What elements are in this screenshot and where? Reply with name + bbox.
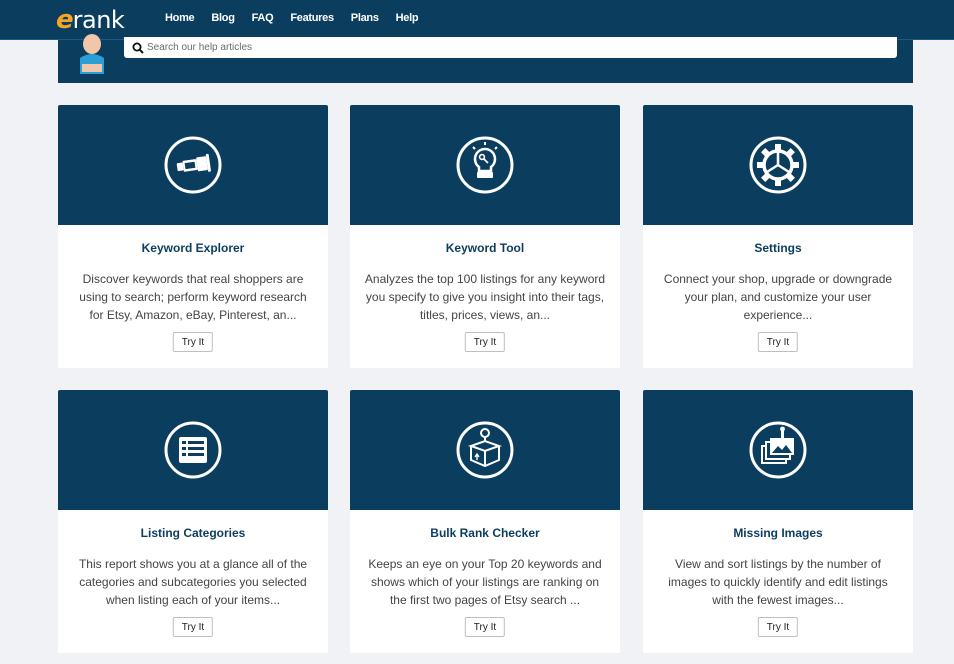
card-title: Bulk Rank Checker	[430, 526, 540, 540]
search-icon	[132, 42, 144, 54]
erank-logo[interactable]: e rank	[56, 5, 125, 35]
images-icon	[749, 421, 807, 479]
card-header	[350, 105, 620, 225]
card-description: This report shows you at a glance all of…	[78, 557, 308, 607]
nav-faq[interactable]: FAQ	[252, 12, 274, 24]
card-keyword-explorer: Keyword Explorer Discover keywords that …	[58, 105, 328, 368]
card-keyword-tool: Keyword Tool Analyzes the top 100 listin…	[350, 105, 620, 368]
logo-e: e	[56, 5, 74, 35]
main-nav: Home Blog FAQ Features Plans Help	[165, 12, 435, 24]
card-header	[643, 390, 913, 510]
card-description: Keeps an eye on your Top 20 keywords and…	[368, 557, 602, 607]
try-it-button[interactable]: Try It	[757, 332, 799, 352]
card-title: Keyword Tool	[445, 241, 525, 255]
box-search-icon	[456, 421, 514, 479]
card-title: Listing Categories	[140, 526, 246, 540]
card-missing-images: Missing Images View and sort listings by…	[643, 390, 913, 653]
top-navbar: e rank Home Blog FAQ Features Plans Help	[0, 0, 954, 40]
lightbulb-icon	[456, 136, 514, 194]
try-it-button[interactable]: Try It	[464, 332, 506, 352]
try-it-button[interactable]: Try It	[757, 617, 799, 637]
logo-rest: rank	[72, 6, 125, 34]
card-listing-categories: Listing Categories This report shows you…	[58, 390, 328, 653]
card-header	[58, 390, 328, 510]
nav-blog[interactable]: Blog	[211, 12, 235, 24]
nav-features[interactable]: Features	[290, 12, 334, 24]
try-it-button[interactable]: Try It	[464, 617, 506, 637]
gear-icon	[749, 136, 807, 194]
card-description: Discover keywords that real shoppers are…	[79, 272, 307, 322]
nav-plans[interactable]: Plans	[351, 12, 379, 24]
card-header	[350, 390, 620, 510]
card-description: Analyzes the top 100 listings for any ke…	[364, 272, 606, 322]
card-description: View and sort listings by the number of …	[668, 557, 888, 607]
nav-home[interactable]: Home	[165, 12, 195, 24]
help-search-banner	[58, 34, 913, 83]
try-it-button[interactable]: Try It	[172, 332, 214, 352]
card-bulk-rank-checker: Bulk Rank Checker Keeps an eye on your T…	[350, 390, 620, 653]
try-it-button[interactable]: Try It	[172, 617, 214, 637]
card-header	[643, 105, 913, 225]
card-title: Settings	[754, 241, 802, 255]
list-icon	[164, 421, 222, 479]
card-header	[58, 105, 328, 225]
search-bar[interactable]	[124, 37, 897, 58]
card-title: Keyword Explorer	[141, 241, 245, 255]
search-input[interactable]	[144, 42, 897, 53]
card-settings: Settings Connect your shop, upgrade or d…	[643, 105, 913, 368]
nav-help[interactable]: Help	[396, 12, 419, 24]
person-illustration	[80, 34, 104, 74]
card-description: Connect your shop, upgrade or downgrade …	[663, 272, 893, 322]
telescope-icon	[164, 136, 222, 194]
card-title: Missing Images	[733, 526, 823, 540]
